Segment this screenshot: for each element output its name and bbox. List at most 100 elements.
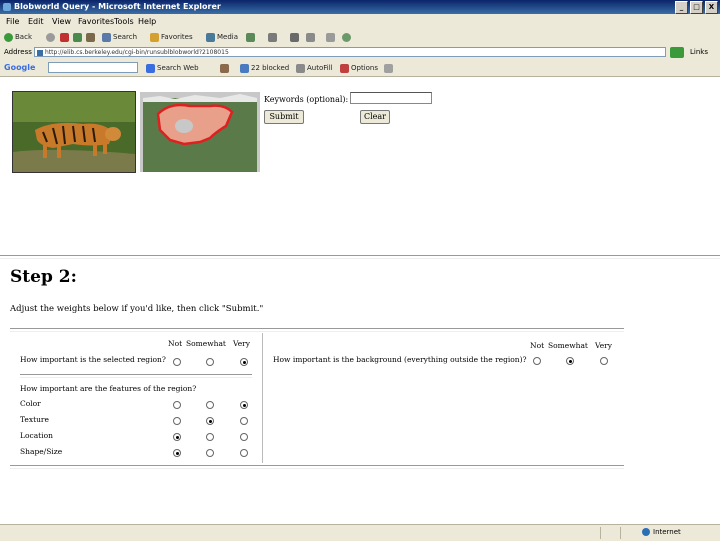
back-button[interactable]: Back (4, 32, 32, 43)
close-button[interactable]: X (705, 1, 718, 14)
clear-button[interactable]: Clear (360, 110, 390, 124)
history-icon (246, 33, 255, 42)
google-toolbar: Google Search Web 22 blocked AutoFill Op… (0, 60, 720, 77)
region-somewhat-radio[interactable] (206, 358, 214, 366)
window-controls: _ □ X (675, 1, 718, 14)
submit-button[interactable]: Submit (264, 110, 304, 124)
google-logo-text: Google (4, 63, 36, 72)
status-separator (600, 527, 601, 539)
color-somewhat-radio[interactable] (206, 401, 214, 409)
news-button[interactable] (220, 63, 229, 74)
shape-not-radio[interactable] (173, 449, 181, 457)
history-button[interactable] (246, 32, 255, 43)
maximize-button[interactable]: □ (690, 1, 703, 14)
print-icon (290, 33, 299, 42)
messenger-icon (342, 33, 351, 42)
options-button[interactable]: Options (340, 63, 378, 74)
autofill-icon (296, 64, 305, 73)
query-image (12, 91, 136, 173)
search-icon (102, 33, 111, 42)
feature-shape-label: Shape/Size (20, 447, 63, 456)
location-somewhat-radio[interactable] (206, 433, 214, 441)
location-not-radio[interactable] (173, 433, 181, 441)
menu-help[interactable]: Help (138, 17, 156, 26)
background-not-radio[interactable] (533, 357, 541, 365)
shape-somewhat-radio[interactable] (206, 449, 214, 457)
forward-button[interactable] (46, 32, 55, 43)
print-button[interactable] (290, 32, 299, 43)
media-label: Media (217, 33, 239, 41)
menu-tools[interactable]: Tools (114, 17, 134, 26)
address-field[interactable]: http://elib.cs.berkeley.edu/cgi-bin/runs… (34, 47, 666, 57)
feature-color-label: Color (20, 399, 41, 408)
discuss-button[interactable] (326, 32, 335, 43)
col-somewhat-right: Somewhat (548, 341, 588, 350)
step-instructions: Adjust the weights below if you'd like, … (10, 304, 264, 314)
home-button[interactable] (86, 32, 95, 43)
forward-arrow-icon (46, 33, 55, 42)
texture-not-radio[interactable] (173, 417, 181, 425)
google-search-input[interactable] (48, 62, 138, 73)
media-button[interactable]: Media (206, 32, 238, 43)
stop-button[interactable] (60, 32, 69, 43)
edit-icon (306, 33, 315, 42)
favorites-label: Favorites (161, 33, 193, 41)
mail-button[interactable] (268, 32, 277, 43)
messenger-button[interactable] (342, 32, 351, 43)
color-very-radio[interactable] (240, 401, 248, 409)
keywords-label: Keywords (optional): (264, 95, 349, 104)
col-very-right: Very (595, 341, 612, 350)
region-very-radio[interactable] (240, 358, 248, 366)
region-not-radio[interactable] (173, 358, 181, 366)
popup-blocker-button[interactable]: 22 blocked (240, 63, 289, 74)
page-content: Keywords (optional): Submit Clear Step 2… (0, 77, 720, 524)
window-title: Blobworld Query - Microsoft Internet Exp… (14, 2, 221, 11)
minimize-button[interactable]: _ (675, 1, 688, 14)
col-very-left: Very (233, 339, 250, 348)
window-titlebar: Blobworld Query - Microsoft Internet Exp… (0, 0, 720, 14)
region-segmentation-image (140, 92, 260, 172)
blocked-count: 22 blocked (251, 64, 290, 72)
standard-toolbar: Back Search Favorites Media (0, 30, 720, 46)
col-not-left: Not (168, 339, 183, 348)
color-not-radio[interactable] (173, 401, 181, 409)
options-icon (340, 64, 349, 73)
menu-edit[interactable]: Edit (28, 17, 44, 26)
back-arrow-icon (4, 33, 13, 42)
stop-icon (60, 33, 69, 42)
go-button[interactable] (670, 47, 684, 58)
search-button[interactable]: Search (102, 32, 137, 43)
background-somewhat-radio[interactable] (566, 357, 574, 365)
pen-icon (384, 64, 393, 73)
menu-favorites[interactable]: Favorites (78, 17, 114, 26)
media-icon (206, 33, 215, 42)
links-button[interactable]: Links (690, 48, 708, 56)
edit-button[interactable] (306, 32, 315, 43)
address-bar: Address http://elib.cs.berkeley.edu/cgi-… (0, 45, 720, 61)
refresh-button[interactable] (73, 32, 82, 43)
features-question: How important are the features of the re… (20, 384, 197, 393)
menu-view[interactable]: View (52, 17, 71, 26)
google-logo[interactable]: Google (4, 63, 35, 72)
discuss-icon (326, 33, 335, 42)
pen-button[interactable] (384, 63, 393, 74)
google-search-web-button[interactable]: Search Web (146, 63, 199, 74)
region-question: How important is the selected region? (20, 355, 166, 364)
refresh-icon (73, 33, 82, 42)
favorites-star-icon (150, 33, 159, 42)
texture-very-radio[interactable] (240, 417, 248, 425)
menu-file[interactable]: File (6, 17, 19, 26)
page-icon (37, 50, 43, 56)
col-somewhat-left: Somewhat (186, 339, 226, 348)
status-bar: Internet (0, 524, 720, 541)
autofill-button[interactable]: AutoFill (296, 63, 333, 74)
mail-icon (268, 33, 277, 42)
background-very-radio[interactable] (600, 357, 608, 365)
feature-location-label: Location (20, 431, 53, 440)
location-very-radio[interactable] (240, 433, 248, 441)
keywords-input[interactable] (350, 92, 432, 104)
texture-somewhat-radio[interactable] (206, 417, 214, 425)
popup-blocker-icon (240, 64, 249, 73)
favorites-button[interactable]: Favorites (150, 32, 193, 43)
shape-very-radio[interactable] (240, 449, 248, 457)
